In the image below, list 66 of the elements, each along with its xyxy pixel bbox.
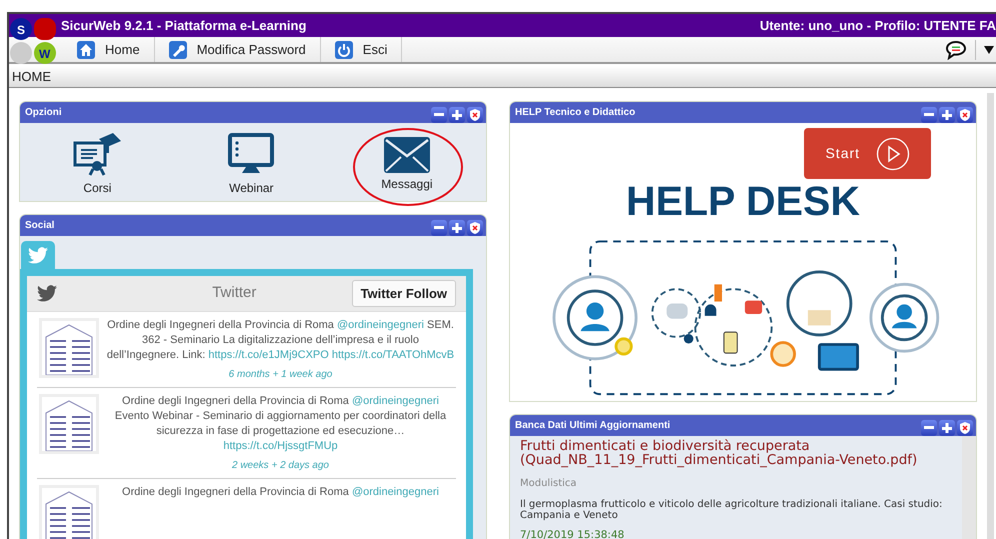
document-date: 7/10/2019 15:38:48 bbox=[520, 528, 626, 539]
logo-letter: S bbox=[17, 23, 26, 37]
feed-title: Twitter bbox=[211, 283, 258, 304]
play-icon bbox=[876, 136, 910, 170]
close-icon bbox=[960, 108, 970, 120]
tweet-time: 2 weeks + 2 days ago bbox=[230, 459, 330, 473]
option-button[interactable]: Corsi bbox=[65, 127, 130, 197]
minimize-icon bbox=[924, 113, 934, 116]
plus-button[interactable] bbox=[449, 220, 465, 236]
plus-icon bbox=[942, 422, 952, 432]
close-icon bbox=[470, 222, 480, 234]
bird-icon bbox=[28, 246, 48, 264]
plus-button[interactable] bbox=[939, 420, 955, 436]
minimize-button[interactable] bbox=[921, 420, 937, 436]
document-description: Il germoplasma frutticolo e viticolo delle agricolture tradizionali italiane. Casi studio: Campania e Veneto bbox=[520, 499, 944, 521]
caret-icon[interactable] bbox=[984, 46, 994, 54]
minimize-button[interactable] bbox=[431, 220, 447, 236]
envelope-icon bbox=[384, 137, 430, 173]
menu-item[interactable]: Esci bbox=[320, 37, 402, 62]
bird-icon bbox=[37, 285, 57, 302]
minimize-button[interactable] bbox=[431, 106, 447, 122]
option-button[interactable]: Webinar bbox=[220, 127, 282, 197]
panel-title: Banca Dati Ultimi Aggiornamenti bbox=[515, 419, 670, 433]
help-desk-title: HELP DESK bbox=[626, 181, 860, 222]
follow-button[interactable]: Twitter Follow bbox=[352, 280, 456, 308]
page-scrollbar[interactable] bbox=[987, 93, 994, 539]
option-button[interactable]: Messaggi bbox=[373, 131, 441, 193]
close-icon bbox=[960, 422, 970, 434]
panel-title: HELP Tecnico e Didattico bbox=[515, 106, 636, 120]
panel-scrollbar[interactable] bbox=[962, 436, 976, 539]
minimize-icon bbox=[434, 226, 444, 229]
panel-title: Social bbox=[25, 219, 54, 233]
close-button[interactable] bbox=[957, 106, 973, 122]
minimize-button[interactable] bbox=[921, 106, 937, 122]
app-title: SicurWeb 9.2.1 - Piattaforma e-Learning bbox=[61, 16, 306, 35]
chat-icon[interactable] bbox=[945, 40, 967, 60]
plus-icon bbox=[942, 110, 952, 120]
tweet-text: Ordine degli Ingegneri della Provincia di Roma @ordineingegneri bbox=[121, 485, 440, 500]
document-title[interactable]: Frutti dimenticati e biodiversità recuperata (Quad_NB_11_19_Frutti_dimenticati_Campania-Veneto.pdf) bbox=[520, 439, 956, 467]
building-avatar bbox=[39, 318, 99, 378]
plus-icon bbox=[452, 110, 462, 120]
home-icon bbox=[77, 40, 95, 58]
logo-letter: W bbox=[39, 47, 50, 61]
close-button[interactable] bbox=[467, 106, 483, 122]
tweet-time: 6 months + 1 week ago bbox=[228, 368, 334, 382]
panel-title: Opzioni bbox=[25, 106, 62, 120]
power-icon bbox=[334, 40, 353, 58]
menu-item[interactable]: Home bbox=[63, 37, 155, 62]
certificate-icon bbox=[73, 133, 122, 177]
plus-button[interactable] bbox=[939, 106, 955, 122]
minimize-icon bbox=[434, 113, 444, 116]
document-category: Modulistica bbox=[520, 477, 578, 491]
breadcrumb: HOME bbox=[12, 68, 51, 86]
tweet-text: Ordine degli Ingegneri della Provincia di Roma @ordineingegneri Evento Webinar - Seminario di aggiornamento per coordinatori della sicurezza in fase di progettazione ed esecuzione… https://t.co/HjssgtFMUp bbox=[114, 394, 448, 454]
start-button[interactable]: Start bbox=[804, 128, 931, 179]
building-avatar bbox=[39, 394, 99, 454]
tweet-text: Ordine degli Ingegneri della Provincia di Roma @ordineingegneri SEM. 362 - Seminario La digitalizzazione dell’impresa e il ruolo dell’Ingegnere. Link: https://t.co/e1JMj9CXPO https://t.co/TAATOhMcvB bbox=[106, 318, 456, 363]
close-button[interactable] bbox=[957, 420, 973, 436]
close-button[interactable] bbox=[467, 220, 483, 236]
menu-item[interactable]: Modifica Password bbox=[154, 37, 321, 62]
user-info: Utente: uno_uno - Profilo: UTENTE FA bbox=[760, 16, 996, 35]
wrench-icon bbox=[168, 40, 187, 58]
minimize-icon bbox=[924, 426, 934, 429]
close-icon bbox=[470, 108, 480, 120]
plus-icon bbox=[452, 222, 462, 232]
plus-button[interactable] bbox=[449, 106, 465, 122]
